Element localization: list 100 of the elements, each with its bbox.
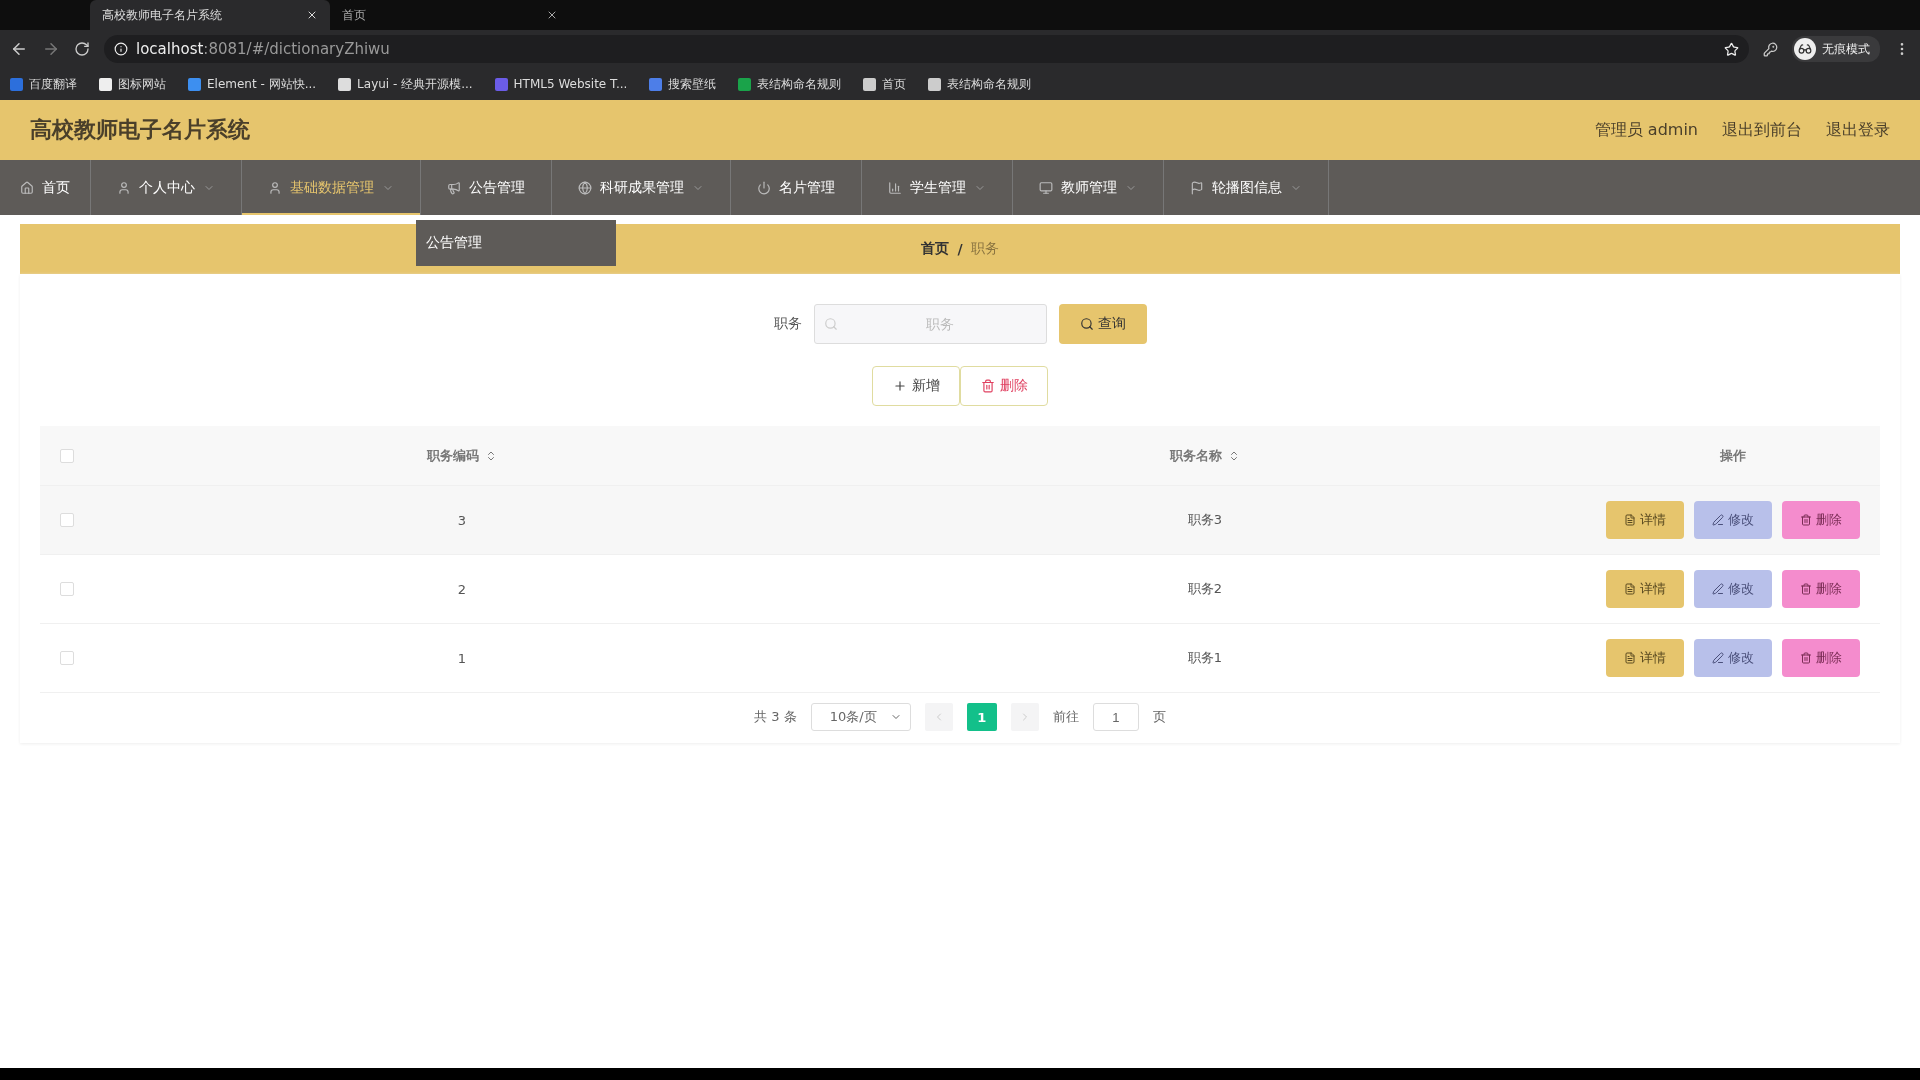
breadcrumb-item: / [957, 241, 963, 257]
nav-item[interactable]: 个人中心 [91, 160, 242, 215]
pen-icon [1712, 583, 1724, 595]
menu-item[interactable]: 公告管理 [426, 234, 606, 252]
close-icon[interactable] [306, 9, 318, 21]
bookmark-icon [649, 77, 663, 91]
delete-button[interactable]: 删除 [960, 366, 1048, 406]
power-icon [757, 180, 771, 195]
reload-icon[interactable] [74, 41, 90, 57]
add-button[interactable]: 新增 [872, 366, 960, 406]
header-link[interactable]: 退出登录 [1826, 119, 1890, 141]
header-link[interactable]: 退出到前台 [1722, 119, 1802, 141]
nav-item[interactable]: 学生管理 [862, 160, 1013, 215]
nav-item[interactable]: 基础数据管理 [242, 160, 421, 215]
forward-icon[interactable] [42, 40, 60, 58]
bookmark-icon [863, 77, 877, 91]
detail-button[interactable]: 详情 [1606, 639, 1684, 677]
search-icon [1079, 317, 1094, 331]
table-cell-text: 3 [456, 512, 468, 528]
profile-button[interactable]: 无痕模式 [1792, 36, 1880, 62]
table-cell-text: 2 [456, 581, 468, 597]
nav-item[interactable]: 轮播图信息 [1164, 160, 1329, 215]
header-link[interactable]: 管理员 admin [1594, 119, 1698, 141]
bookmark[interactable]: 百度翻译 [10, 75, 77, 93]
column-header[interactable]: 职务编码 [427, 446, 479, 465]
bookmark[interactable]: 图标网站 [99, 75, 166, 93]
bookmark[interactable]: 表结构命名规则 [738, 75, 842, 93]
plus-icon [892, 379, 907, 393]
delete-button[interactable]: 删除 [1782, 570, 1860, 608]
sort-icon [485, 449, 497, 462]
back-icon[interactable] [10, 40, 28, 58]
app-title: 高校教师电子名片系统 [30, 116, 250, 144]
edit-button[interactable]: 修改 [1694, 639, 1772, 677]
trash-icon [980, 379, 995, 393]
search-field[interactable]: 职务 [813, 304, 1047, 344]
document-icon [1624, 652, 1636, 664]
bookmark-icon [99, 77, 112, 91]
bookmark[interactable]: HTML5 Website T... [494, 77, 628, 91]
star-icon[interactable] [1724, 41, 1739, 57]
search-label: 职务 [773, 315, 802, 333]
document-icon [1624, 514, 1636, 526]
column-header: 操作 [1720, 446, 1746, 465]
nav-item[interactable]: 公告管理 [421, 160, 552, 215]
edit-button[interactable]: 修改 [1694, 501, 1772, 539]
address-bar[interactable]: localhost:8081/#/dictionaryZhiwu [104, 35, 1749, 63]
bookmark-icon [188, 77, 201, 91]
close-icon[interactable] [546, 9, 558, 21]
trash-icon [1800, 583, 1812, 595]
table-cell-text: 职务2 [1186, 580, 1224, 598]
delete-button[interactable]: 删除 [1782, 639, 1860, 677]
breadcrumb-item[interactable]: 首页 [921, 240, 950, 258]
table-cell-text: 职务1 [1186, 649, 1224, 667]
document-icon [1624, 583, 1636, 595]
trash-icon [1800, 652, 1812, 664]
person-icon [117, 180, 131, 195]
bookmark-icon [338, 77, 352, 91]
column-header[interactable]: 职务名称 [1170, 446, 1222, 465]
bookmark-icon [494, 77, 508, 91]
flag-icon [1190, 180, 1204, 195]
info-icon [114, 42, 128, 56]
bookmark[interactable]: 表结构命名规则 [928, 75, 1032, 93]
bookmark[interactable]: 首页 [863, 75, 907, 93]
edit-button[interactable]: 修改 [1694, 570, 1772, 608]
pen-icon [1712, 514, 1724, 526]
bookmark-icon [928, 77, 942, 91]
nav-item[interactable]: 科研成果管理 [552, 160, 731, 215]
delete-button[interactable]: 删除 [1782, 501, 1860, 539]
detail-button[interactable]: 详情 [1606, 501, 1684, 539]
globe-icon [578, 180, 592, 195]
bookmark[interactable]: Element - 网站快... [188, 75, 317, 93]
table-cell-text: 1 [456, 650, 468, 666]
page-input[interactable]: 1 [1092, 703, 1139, 731]
search-button[interactable]: 查询 [1058, 304, 1147, 344]
key-icon[interactable] [1763, 41, 1778, 57]
goto-label: 前往 [1052, 708, 1079, 726]
page-size-select[interactable]: 10条/页 [810, 703, 911, 731]
bookmark-icon [738, 77, 752, 91]
person-icon [268, 180, 282, 195]
search-icon [823, 317, 838, 331]
monitor-icon [1039, 180, 1053, 195]
sort-icon [1228, 449, 1240, 462]
breadcrumb-item: 职务 [970, 240, 999, 258]
browser-tab[interactable]: 首页 [330, 0, 570, 30]
bookmark[interactable]: Layui - 经典开源模... [338, 75, 473, 93]
table-cell-text: 职务3 [1186, 511, 1224, 529]
select-all-checkbox[interactable] [60, 448, 74, 463]
row-checkbox[interactable] [60, 651, 74, 665]
bar-chart-icon [888, 180, 902, 195]
total-count: 共 3 条 [754, 708, 797, 726]
nav-item[interactable]: 教师管理 [1013, 160, 1164, 215]
detail-button[interactable]: 详情 [1606, 570, 1684, 608]
bookmark[interactable]: 搜索壁纸 [649, 75, 717, 93]
megaphone-icon [447, 180, 461, 195]
incognito-icon [1798, 42, 1812, 56]
bookmark-icon [10, 77, 23, 91]
nav-item[interactable]: 名片管理 [731, 160, 862, 215]
row-checkbox[interactable] [60, 513, 74, 527]
browser-tab[interactable]: 高校教师电子名片系统 [90, 0, 330, 30]
row-checkbox[interactable] [60, 582, 74, 596]
nav-item[interactable]: 首页 [0, 160, 91, 215]
